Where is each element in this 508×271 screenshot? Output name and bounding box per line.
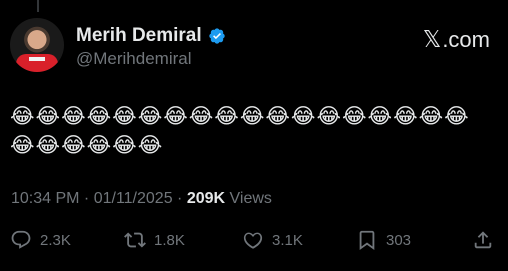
name-row: Merih Demiral	[76, 25, 226, 47]
avatar[interactable]	[10, 18, 64, 72]
reply-count: 2.3K	[40, 231, 71, 249]
bookmark-count: 303	[386, 231, 412, 249]
views-label: Views	[225, 190, 272, 207]
share-button[interactable]	[472, 229, 502, 251]
verified-badge-icon	[208, 28, 225, 44]
bookmark-icon	[359, 230, 375, 251]
views-count: 209K	[186, 190, 226, 207]
thread-connector-line	[37, 0, 39, 12]
bookmark-button[interactable]: 303	[356, 229, 411, 251]
meta-separator: ·	[79, 190, 94, 207]
reply-button[interactable]: 2.3K	[10, 229, 71, 251]
action-bar: 2.3K 1.8K 3.1K 303	[10, 229, 496, 251]
repost-button[interactable]: 1.8K	[124, 229, 185, 251]
like-button[interactable]: 3.1K	[242, 229, 303, 251]
share-icon	[474, 231, 492, 249]
reply-icon	[11, 230, 31, 249]
meta-separator: ·	[172, 190, 187, 207]
like-count: 3.1K	[272, 231, 303, 249]
user-handle[interactable]: @Merihdemiral	[76, 49, 192, 69]
tweet-text: 😂😂😂😂😂😂😂😂😂😂😂😂😂😂😂😂😂😂😂😂😂😂😂😂	[10, 104, 470, 157]
repost-icon	[124, 232, 146, 248]
x-logo-icon: 𝕏	[422, 26, 442, 52]
site-text: .com	[442, 26, 490, 52]
tweet-time[interactable]: 10:34 PM	[11, 190, 79, 207]
x-com-watermark: 𝕏 .com	[423, 26, 490, 53]
avatar-jersey	[16, 54, 58, 72]
repost-count: 1.8K	[154, 231, 185, 249]
like-icon	[243, 232, 263, 249]
tweet-meta: 10:34 PM · 01/11/2025 · 209K Views	[11, 190, 272, 208]
tweet-header: Merih Demiral @Merihdemiral 𝕏 .com	[10, 14, 494, 74]
display-name[interactable]: Merih Demiral	[76, 25, 202, 47]
tweet-date[interactable]: 01/11/2025	[94, 190, 173, 207]
